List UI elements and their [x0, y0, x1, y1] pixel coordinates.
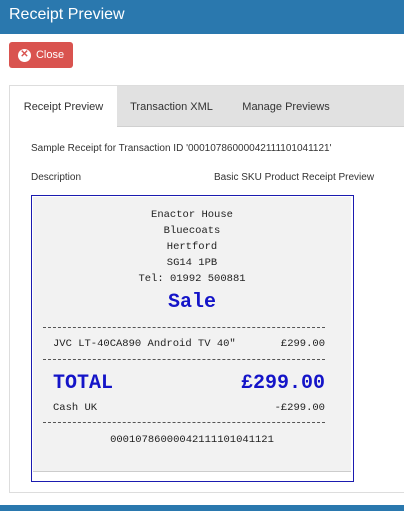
close-button[interactable]: ✕ Close [9, 42, 73, 68]
close-button-label: Close [35, 49, 65, 61]
tab-receipt-preview[interactable]: Receipt Preview [10, 86, 117, 128]
receipt-divider [43, 327, 325, 328]
x-circle-icon: ✕ [17, 48, 31, 62]
receipt-sale-title: Sale [167, 291, 216, 314]
receipt-total-value: £299.00 [240, 372, 325, 395]
receipt-header-line: Tel: 01992 500881 [138, 273, 246, 285]
receipt-frame: Enactor House Bluecoats Hertford SG14 1P… [31, 195, 354, 482]
receipt-payment-row: Cash UK -£299.00 [53, 402, 325, 415]
receipt-item-name: JVC LT-40CA890 Android TV 40" [53, 338, 236, 350]
receipt-total-row: TOTAL £299.00 [53, 373, 325, 395]
description-value: Basic SKU Product Receipt Preview [214, 172, 375, 183]
tab-manage-previews[interactable]: Manage Previews [226, 86, 346, 127]
preview-panel: Receipt Preview Transaction XML Manage P… [9, 85, 404, 493]
window-title: Receipt Preview [9, 6, 125, 23]
tab-transaction-xml[interactable]: Transaction XML [117, 86, 226, 127]
receipt-header-line: Enactor House [151, 209, 233, 221]
bottom-bar [0, 505, 404, 511]
tab-bar: Receipt Preview Transaction XML Manage P… [10, 86, 404, 128]
receipt-header-line: Hertford [166, 241, 218, 253]
receipt-item-row: JVC LT-40CA890 Android TV 40" £299.00 [53, 338, 325, 351]
receipt-payment-amount: -£299.00 [274, 402, 325, 414]
receipt-paper: Enactor House Bluecoats Hertford SG14 1P… [33, 197, 351, 472]
title-bar: Receipt Preview [0, 0, 404, 34]
receipt-header-line: Bluecoats [163, 225, 221, 237]
receipt-total-label: TOTAL [53, 372, 114, 395]
receipt-transaction-id: 00010786000042111101041121 [110, 434, 274, 446]
receipt-header-line: SG14 1PB [166, 257, 218, 269]
receipt-divider [43, 422, 325, 423]
receipt-divider [43, 359, 325, 360]
receipt-payment-name: Cash UK [53, 402, 98, 414]
description-label: Description [31, 172, 82, 183]
receipt-item-price: £299.00 [280, 338, 325, 350]
sample-receipt-text: Sample Receipt for Transaction ID '00010… [31, 143, 332, 154]
